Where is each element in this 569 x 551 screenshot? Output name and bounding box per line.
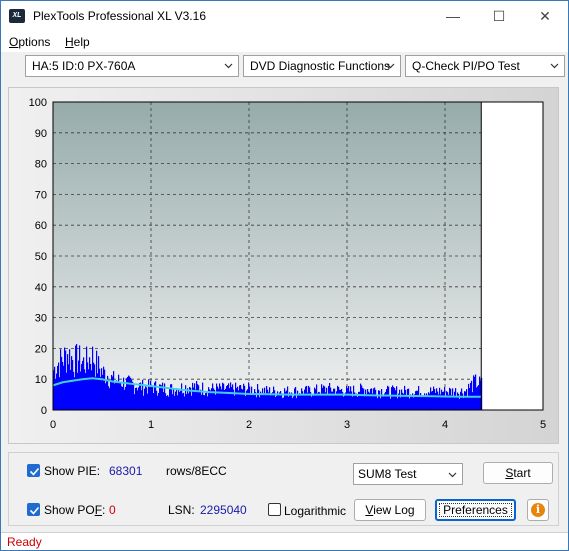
y-tick-label: 100 xyxy=(29,97,47,109)
maximize-button[interactable]: ☐ xyxy=(476,1,522,32)
logarithmic-checkbox[interactable] xyxy=(268,503,281,516)
info-button[interactable]: i xyxy=(527,499,549,521)
menu-help[interactable]: Help xyxy=(65,35,90,49)
pie-value: 68301 xyxy=(109,464,143,478)
x-tick-label: 3 xyxy=(344,419,350,431)
y-tick-label: 80 xyxy=(35,159,47,171)
y-tick-label: 40 xyxy=(35,282,47,294)
y-tick-label: 10 xyxy=(35,374,47,386)
lsn-label: LSN: xyxy=(168,503,195,517)
y-tick-label: 0 xyxy=(41,405,47,417)
show-pof-checkbox[interactable] xyxy=(27,503,40,516)
chevron-down-icon xyxy=(550,63,559,69)
drive-select-value: HA:5 ID:0 PX-760A xyxy=(32,59,136,73)
menu-options[interactable]: Options xyxy=(9,35,50,49)
chevron-down-icon xyxy=(224,63,233,69)
drive-select[interactable]: HA:5 ID:0 PX-760A xyxy=(25,55,239,77)
chevron-down-icon xyxy=(386,63,395,69)
function-select-value: DVD Diagnostic Functions xyxy=(250,59,391,73)
checkmark-icon xyxy=(29,467,40,476)
pie-bar-base xyxy=(53,400,482,410)
pof-value: 0 xyxy=(109,503,116,517)
control-panel: Show PIE: 68301 rows/8ECC SUM8 Test Star… xyxy=(8,452,559,526)
show-pof-label: Show POF: xyxy=(44,503,106,517)
sum-test-select[interactable]: SUM8 Test xyxy=(353,463,463,485)
function-select[interactable]: DVD Diagnostic Functions xyxy=(243,55,401,77)
show-pie-label: Show PIE: xyxy=(44,464,101,478)
pipo-chart: 0 10 20 30 40 50 60 70 80 90 100 0 1 2 3 4 5 xyxy=(29,97,546,431)
plot-unused-region xyxy=(481,102,543,410)
preferences-button[interactable]: Preferences xyxy=(435,499,516,521)
minimize-button[interactable]: — xyxy=(430,1,476,32)
checkmark-icon xyxy=(29,506,40,515)
pie-unit: rows/8ECC xyxy=(166,464,227,478)
status-bar: Ready xyxy=(1,532,568,550)
y-tick-label: 70 xyxy=(35,189,47,201)
show-pie-checkbox[interactable] xyxy=(27,464,40,477)
view-log-button[interactable]: View Log xyxy=(354,499,426,521)
y-tick-label: 20 xyxy=(35,343,47,355)
status-text: Ready xyxy=(7,535,42,549)
app-logo-icon: XL xyxy=(9,9,25,23)
x-tick-label: 0 xyxy=(50,419,56,431)
logarithmic-label: Logarithmic xyxy=(284,504,347,518)
test-select[interactable]: Q-Check PI/PO Test xyxy=(405,55,565,77)
plot-panel: 0 10 20 30 40 50 60 70 80 90 100 0 1 2 3 4 5 xyxy=(8,87,559,444)
x-tick-label: 4 xyxy=(442,419,448,431)
lsn-value: 2295040 xyxy=(200,503,247,517)
y-tick-label: 90 xyxy=(35,128,47,140)
toolbar: HA:5 ID:0 PX-760A DVD Diagnostic Functio… xyxy=(1,52,568,82)
y-tick-label: 30 xyxy=(35,313,47,325)
close-button[interactable]: ✕ xyxy=(522,1,568,32)
test-select-value: Q-Check PI/PO Test xyxy=(412,59,520,73)
sum-test-select-value: SUM8 Test xyxy=(358,467,417,481)
info-icon: i xyxy=(531,503,545,517)
x-tick-label: 2 xyxy=(246,419,252,431)
x-tick-label: 1 xyxy=(148,419,154,431)
y-tick-label: 50 xyxy=(35,251,47,263)
y-tick-label: 60 xyxy=(35,220,47,232)
menu-bar: Options Help xyxy=(1,32,568,52)
x-tick-label: 5 xyxy=(540,419,546,431)
window-title: PlexTools Professional XL V3.16 xyxy=(33,9,206,23)
app-window: XL PlexTools Professional XL V3.16 — ☐ ✕… xyxy=(0,0,569,551)
chevron-down-icon xyxy=(448,472,457,478)
start-button[interactable]: Start xyxy=(483,462,553,484)
title-bar: XL PlexTools Professional XL V3.16 — ☐ ✕ xyxy=(1,1,568,32)
